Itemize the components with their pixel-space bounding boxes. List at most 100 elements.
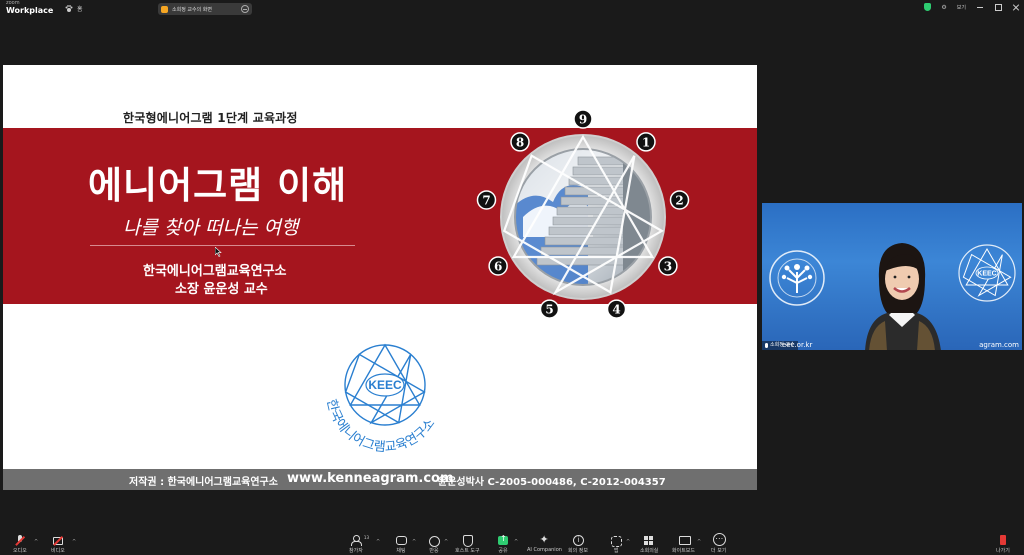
video-button[interactable]: 비디오	[51, 535, 65, 554]
chat-label: 채팅	[396, 548, 406, 554]
video-domain-left: eec.or.kr	[782, 341, 813, 349]
chat-button[interactable]: 채팅	[395, 535, 407, 554]
home-label: 홈	[77, 6, 83, 13]
video-label: 비디오	[51, 548, 65, 554]
share-caret[interactable]: ^	[514, 539, 518, 545]
enneagram-point-4: 4	[606, 299, 627, 319]
breakout-label: 소회의실	[640, 548, 659, 554]
meeting-toolbar: 오디오 ^ 비디오 ^ 13참가자 ^ 채팅 ^ 반응 ^ 호스트 도구 공유 …	[0, 533, 1024, 555]
brand-name: Workplace	[6, 6, 54, 15]
close-window-icon[interactable]	[1012, 3, 1020, 11]
more-button[interactable]: 더 보기	[711, 533, 726, 554]
share-indicator-text: 소희정 교수의 화면	[172, 6, 212, 13]
enneagram-point-7: 7	[476, 190, 497, 210]
app-logo: zoom Workplace	[6, 1, 53, 15]
leave-icon	[997, 535, 1009, 546]
ai-sparkle-icon	[538, 533, 550, 546]
muted-mic-icon	[14, 535, 26, 546]
enneagram-number: 7	[482, 193, 490, 207]
whiteboard-label: 화이트보드	[672, 548, 696, 554]
leave-label: 나가기	[996, 548, 1010, 554]
logo-text: KEEC	[368, 378, 402, 392]
enneagram-number: 4	[612, 303, 620, 317]
keec-watermark-icon: KEEC	[958, 244, 1016, 302]
screen-share-indicator[interactable]: 소희정 교수의 화면	[158, 3, 252, 15]
apps-label: 앱	[613, 548, 619, 554]
home-tab[interactable]: 홈	[65, 4, 83, 13]
participants-button[interactable]: 13 참가자	[349, 535, 369, 554]
video-domain-right: agram.com	[979, 341, 1019, 349]
enneagram-number: 2	[675, 193, 683, 207]
footer-copyright: 저작권 : 한국에니어그램교육연구소	[129, 477, 278, 488]
enneagram-point-8: 8	[510, 132, 530, 152]
ai-label: AI Companion	[527, 547, 562, 553]
ai-companion-button[interactable]: AI Companion	[527, 533, 562, 553]
tree-logo-watermark-icon	[769, 250, 825, 306]
info-icon	[572, 535, 584, 546]
enneagram-number: 5	[545, 303, 553, 317]
window-controls: ⚙ 보기	[924, 3, 1020, 11]
presenter-name: 소장 윤운성 교수	[175, 282, 268, 297]
share-screen-icon	[497, 534, 509, 546]
chat-caret[interactable]: ^	[412, 539, 416, 545]
share-indicator-icon	[161, 5, 168, 13]
enneagram-point-3: 3	[658, 256, 678, 276]
host-tools-button[interactable]: 호스트 도구	[455, 535, 480, 554]
audio-label: 오디오	[13, 548, 27, 554]
react-icon	[428, 535, 440, 547]
enneagram-point-9: 9	[573, 109, 593, 129]
view-menu-button[interactable]: 보기	[957, 4, 966, 11]
minimize-share-icon[interactable]	[241, 5, 249, 13]
apps-caret[interactable]: ^	[626, 539, 630, 545]
meeting-info-button[interactable]: 회의 정보	[568, 535, 588, 554]
minimize-window-icon[interactable]	[976, 3, 984, 11]
shared-slide: 한국형에니어그램 1단계 교육과정 에니어그램 이해 나를 찾아 떠나는 여행 …	[3, 65, 757, 490]
participants-icon: 13	[350, 535, 369, 546]
participants-count: 13	[363, 535, 369, 540]
info-label: 회의 정보	[568, 548, 588, 554]
whiteboard-caret[interactable]: ^	[697, 539, 701, 545]
whiteboard-button[interactable]: 화이트보드	[672, 535, 695, 554]
footer-registration: 윤운성박사 C-2005-000486, C-2012-004357	[438, 477, 666, 488]
video-options-caret[interactable]: ^	[72, 539, 76, 545]
leave-button[interactable]: 나가기	[996, 535, 1010, 554]
audio-button[interactable]: 오디오	[13, 535, 27, 554]
participant-person	[865, 243, 941, 350]
course-title: 한국형에니어그램 1단계 교육과정	[123, 111, 298, 125]
audio-settings-icon[interactable]: ⚙	[941, 4, 946, 11]
encryption-shield-icon[interactable]	[924, 3, 932, 11]
whiteboard-icon	[678, 535, 691, 546]
react-caret[interactable]: ^	[444, 539, 448, 545]
host-tools-label: 호스트 도구	[455, 548, 480, 554]
more-icon	[712, 533, 726, 546]
breakout-grid-icon	[643, 535, 655, 546]
enneagram-number: 6	[494, 260, 502, 274]
slide-title: 에니어그램 이해	[88, 164, 348, 207]
slide-subtitle: 나를 찾아 떠나는 여행	[123, 217, 299, 239]
maximize-window-icon[interactable]	[994, 3, 1002, 11]
video-off-icon	[52, 535, 64, 546]
enneagram-point-2: 2	[669, 190, 690, 210]
divider-line	[90, 245, 355, 246]
enneagram-point-1: 1	[636, 132, 656, 152]
mic-status-icon	[765, 343, 768, 348]
share-button[interactable]: 공유	[497, 534, 509, 554]
enneagram-number: 9	[579, 113, 587, 127]
enneagram-number: 3	[664, 260, 672, 274]
participants-caret[interactable]: ^	[376, 539, 380, 545]
footer-url: www.kenneagram.com	[287, 471, 454, 486]
host-shield-icon	[461, 535, 474, 547]
breakout-button[interactable]: 소회의실	[640, 535, 658, 554]
keec-logo: KEEC 한국에니어그램교육연구소	[323, 343, 438, 455]
participant-video-tile[interactable]: KEEC 소희정 교수 eec.or.kr agram.com	[762, 203, 1022, 350]
chat-icon	[395, 535, 407, 546]
title-bar: zoom Workplace 홈 소희정 교수의 화면 ⚙ 보기	[0, 0, 1024, 18]
enneagram-number: 1	[642, 135, 650, 149]
watermark-text: KEEC	[977, 271, 996, 278]
audio-options-caret[interactable]: ^	[34, 539, 38, 545]
apps-button[interactable]: 앱	[610, 535, 622, 554]
slide-footer: 저작권 : 한국에니어그램교육연구소 www.kenneagram.com 윤운…	[3, 469, 757, 490]
enneagram-graphic: 9 1 2 3 4 5 6 7 8	[476, 109, 690, 319]
react-button[interactable]: 반응	[428, 535, 440, 554]
mouse-pointer-icon	[215, 247, 222, 257]
